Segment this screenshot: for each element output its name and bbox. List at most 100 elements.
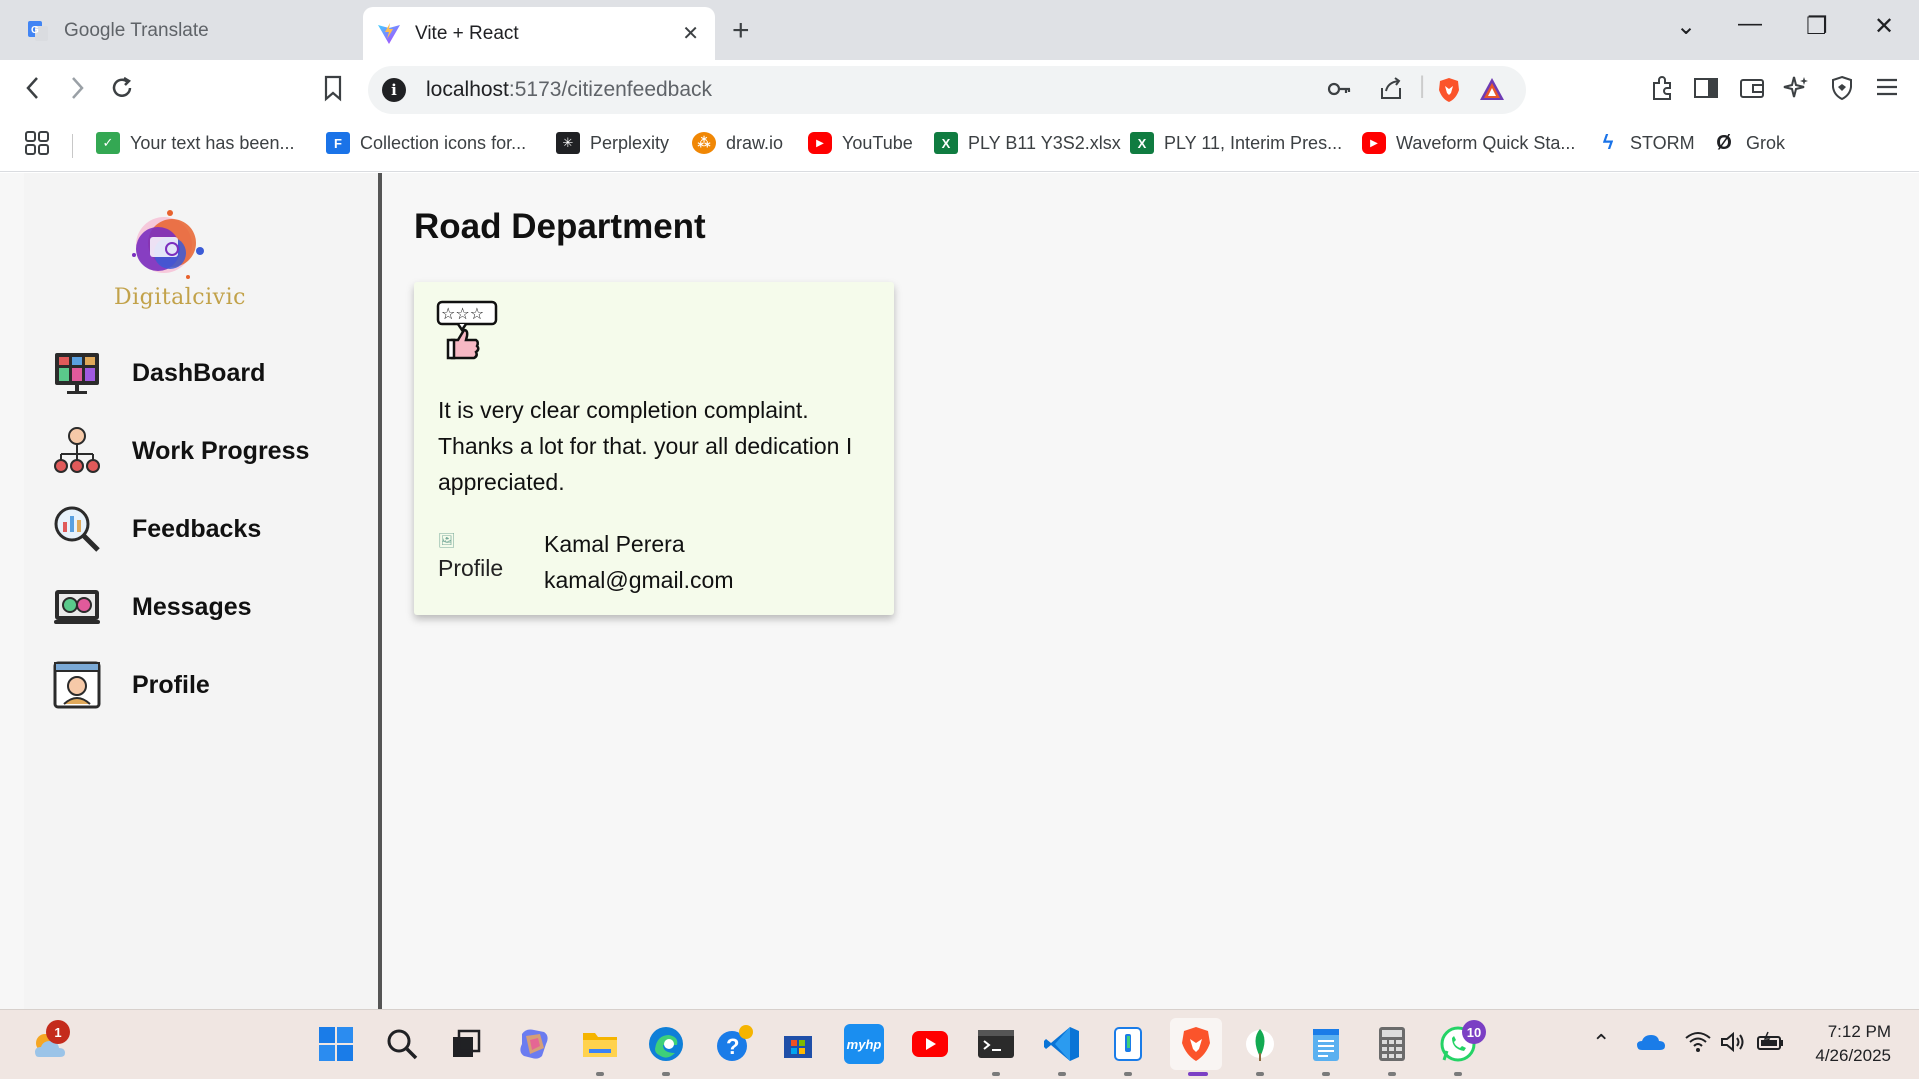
work-progress-icon [52, 426, 102, 476]
brave-rewards-icon[interactable] [1478, 76, 1506, 109]
youtube-icon: ▶ [808, 132, 832, 154]
svg-text:?: ? [726, 1034, 739, 1059]
feedback-author: Kamal Perera kamal@gmail.com [544, 526, 734, 598]
tab-vite-react[interactable]: Vite + React ✕ [363, 7, 715, 60]
bookmark-label: Perplexity [590, 132, 670, 153]
password-key-icon[interactable] [1326, 76, 1352, 109]
profile-image-broken: 🖼 Profile [438, 526, 503, 582]
edge-icon[interactable] [646, 1024, 686, 1064]
sidebar-toggle-icon[interactable] [1692, 74, 1720, 109]
back-button[interactable] [22, 74, 44, 109]
nav-item-dashboard[interactable]: DashBoard [52, 348, 265, 398]
microsoft-store-icon[interactable] [778, 1024, 818, 1064]
bookmark-label: STORM [1630, 132, 1695, 153]
wallet-icon[interactable] [1738, 74, 1766, 109]
bookmark-item[interactable]: ⁂ draw.io [692, 132, 783, 154]
bookmark-item[interactable]: F Collection icons for... [326, 132, 526, 154]
start-button-icon[interactable] [316, 1024, 356, 1064]
address-bar[interactable]: i localhost:5173/citizenfeedback | [368, 66, 1526, 114]
tab-label: Google Translate [64, 20, 209, 41]
active-indicator [1188, 1072, 1208, 1076]
bookmark-divider [72, 134, 73, 158]
leo-ai-icon[interactable] [1782, 74, 1810, 109]
bookmark-item[interactable]: ▶ Waveform Quick Sta... [1362, 132, 1575, 154]
volume-icon[interactable] [1720, 1030, 1748, 1060]
bookmark-label: Collection icons for... [360, 132, 527, 153]
main-content: Road Department ☆☆☆ It is very clear com… [386, 173, 1919, 1009]
nav-label: Feedbacks [132, 514, 262, 543]
tab-search-chevron-icon[interactable]: ⌄ [1676, 12, 1696, 41]
running-indicator [662, 1072, 670, 1076]
running-indicator [1124, 1072, 1132, 1076]
messages-icon [52, 582, 102, 632]
broken-image-icon: 🖼 [438, 532, 456, 548]
youtube-app-icon[interactable] [910, 1024, 950, 1064]
wifi-icon[interactable] [1684, 1030, 1712, 1060]
menu-icon[interactable] [1874, 74, 1900, 107]
close-icon[interactable]: ✕ [682, 21, 699, 46]
bookmark-item[interactable]: ✓ Your text has been... [96, 132, 294, 154]
bookmark-label: Grok [1746, 132, 1786, 153]
running-indicator [1322, 1072, 1330, 1076]
site-info-icon[interactable]: i [382, 78, 406, 102]
minimize-button[interactable]: — [1738, 10, 1762, 38]
bookmark-item[interactable]: Ø Grok [1712, 132, 1785, 154]
bookmark-item[interactable]: X PLY B11 Y3S2.xlsx [934, 132, 1121, 154]
bookmark-item[interactable]: ✳ Perplexity [556, 132, 669, 154]
vpn-shield-icon[interactable] [1828, 74, 1856, 109]
reload-button[interactable] [108, 74, 136, 109]
feedbacks-icon [52, 504, 102, 554]
system-clock[interactable]: 7:12 PM 4/26/2025 [1815, 1020, 1891, 1068]
battery-icon[interactable] [1756, 1030, 1786, 1060]
vscode-icon[interactable] [1042, 1024, 1082, 1064]
browser-tab-strip: G Google Translate Vite + React ✕ + ⌄ — … [0, 0, 1919, 60]
running-indicator [1256, 1072, 1264, 1076]
perplexity-icon: ✳ [556, 132, 580, 154]
search-icon[interactable] [382, 1024, 422, 1064]
bookmark-item[interactable]: ϟ STORM [1596, 132, 1695, 154]
weather-badge: 1 [46, 1020, 70, 1044]
bookmark-label: YouTube [842, 132, 913, 153]
restore-button[interactable]: ❐ [1806, 12, 1828, 41]
sidebar: Digitalcivic DashBoard Work Progress Fee… [24, 173, 382, 1009]
myhp-icon[interactable]: myhp [844, 1024, 884, 1064]
address-url[interactable]: localhost:5173/citizenfeedback [426, 78, 712, 102]
nav-label: Work Progress [132, 436, 310, 465]
onedrive-icon[interactable] [1636, 1032, 1666, 1058]
grok-icon: Ø [1716, 131, 1732, 154]
nav-item-work-progress[interactable]: Work Progress [52, 426, 309, 476]
nav-item-messages[interactable]: Messages [52, 582, 252, 632]
excel-icon: X [934, 132, 958, 154]
notepad-app-icon[interactable] [1108, 1024, 1148, 1064]
notepad-icon[interactable] [1306, 1024, 1346, 1064]
feedback-card: ☆☆☆ It is very clear completion complain… [414, 282, 894, 615]
excel-icon: X [1130, 132, 1154, 154]
bookmark-item[interactable]: ▶ YouTube [808, 132, 913, 154]
bookmark-label: PLY B11 Y3S2.xlsx [968, 132, 1121, 153]
new-tab-button[interactable]: + [732, 14, 750, 48]
brave-browser-icon[interactable] [1170, 1018, 1222, 1070]
copilot-icon[interactable] [514, 1024, 554, 1064]
file-explorer-icon[interactable] [580, 1024, 620, 1064]
task-view-icon[interactable] [446, 1024, 486, 1064]
nav-item-feedbacks[interactable]: Feedbacks [52, 504, 261, 554]
bookmark-page-button[interactable] [322, 74, 344, 109]
brave-shields-icon[interactable] [1436, 76, 1462, 111]
clock-time: 7:12 PM [1827, 1022, 1891, 1041]
apps-grid-icon[interactable] [24, 130, 50, 156]
share-icon[interactable] [1378, 76, 1404, 109]
running-indicator [992, 1072, 1000, 1076]
extensions-icon[interactable] [1648, 74, 1676, 109]
calculator-icon[interactable] [1372, 1024, 1412, 1064]
show-hidden-icons-chevron-icon[interactable]: ⌃ [1592, 1030, 1610, 1056]
close-window-button[interactable]: ✕ [1874, 12, 1894, 41]
terminal-icon[interactable] [976, 1024, 1016, 1064]
bookmark-label: Your text has been... [130, 132, 295, 153]
mongodb-icon[interactable] [1240, 1024, 1280, 1064]
bookmark-item[interactable]: X PLY 11, Interim Pres... [1130, 132, 1342, 154]
help-icon[interactable]: ? [714, 1024, 754, 1064]
forward-button[interactable] [66, 74, 88, 109]
tab-google-translate[interactable]: G Google Translate [12, 8, 356, 54]
nav-item-profile[interactable]: Profile [52, 660, 210, 710]
google-translate-icon: G [26, 19, 50, 43]
